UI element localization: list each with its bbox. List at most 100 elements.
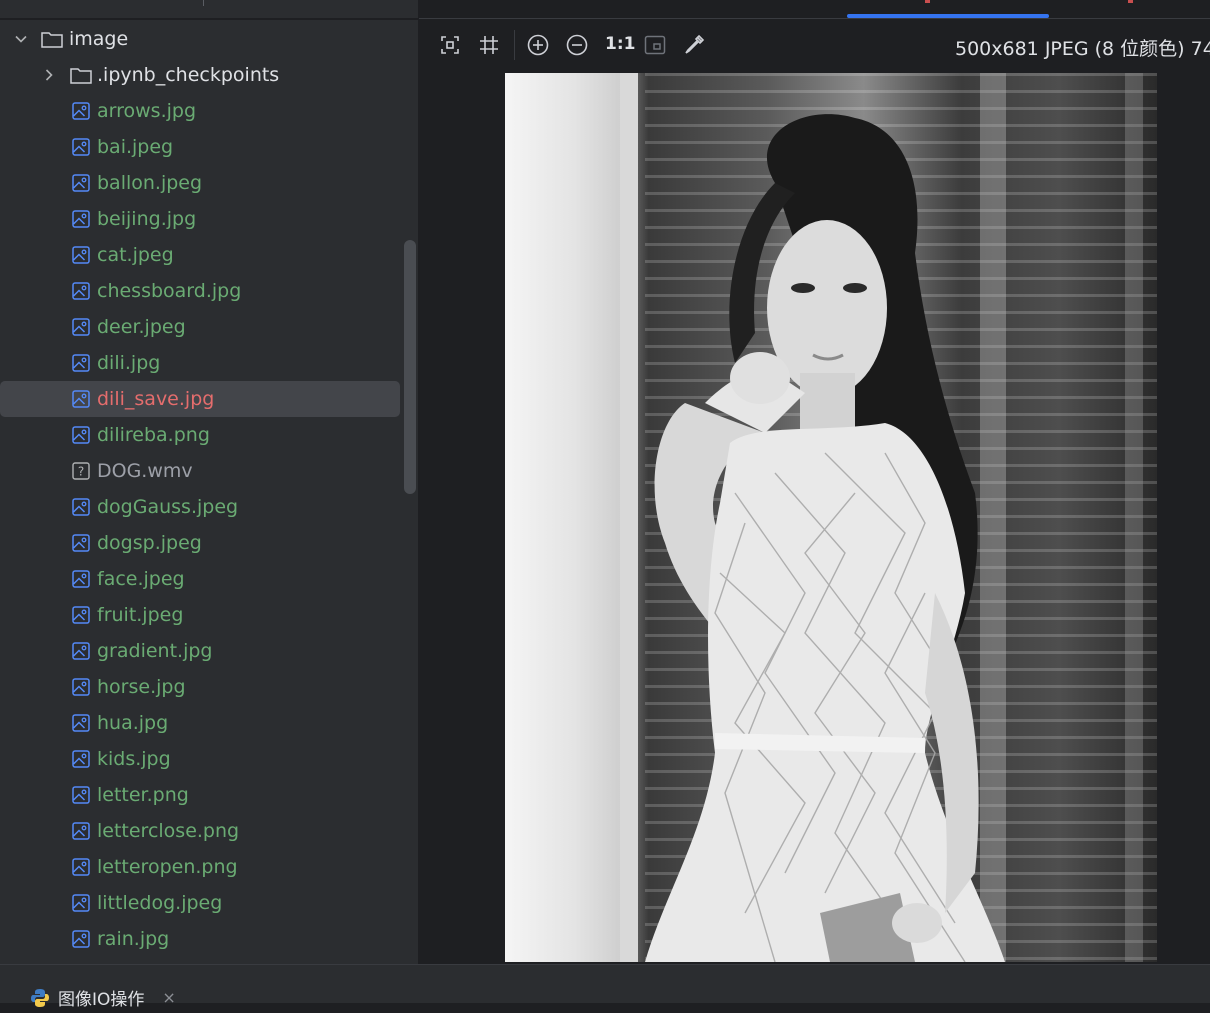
python-icon (30, 988, 50, 1008)
image-file-icon (72, 174, 90, 192)
zoom-out-icon[interactable] (565, 33, 589, 57)
tree-file-item[interactable]: ballon.jpeg (0, 165, 400, 201)
tree-file-item[interactable]: dilireba.png (0, 417, 400, 453)
tree-file-item[interactable]: bai.jpeg (0, 129, 400, 165)
file-label: hua.jpg (97, 712, 169, 734)
folder-label: image (69, 28, 129, 50)
image-file-icon (72, 282, 90, 300)
project-tree: image .ipynb_checkpoints arrows.jpg bai.j… (0, 20, 418, 964)
image-file-icon (72, 894, 90, 912)
image-file-icon (72, 318, 90, 336)
tree-file-item[interactable]: arrows.jpg (0, 93, 400, 129)
active-tab-indicator (847, 14, 1049, 18)
tree-file-item[interactable]: letterclose.png (0, 813, 400, 849)
tree-file-item[interactable]: deer.jpeg (0, 309, 400, 345)
file-label: littledog.jpeg (97, 892, 223, 914)
file-label: ballon.jpeg (97, 172, 203, 194)
unknown-file-icon: ? (72, 462, 90, 480)
image-file-icon (72, 426, 90, 444)
file-label: DOG.wmv (97, 460, 193, 482)
tree-file-item[interactable]: hua.jpg (0, 705, 400, 741)
tree-file-item[interactable]: dogsp.jpeg (0, 525, 400, 561)
image-file-icon (72, 246, 90, 264)
image-file-icon (72, 822, 90, 840)
image-file-icon (72, 498, 90, 516)
file-label: letterclose.png (97, 820, 240, 842)
image-file-icon (72, 390, 90, 408)
tree-file-item[interactable]: dogGauss.jpeg (0, 489, 400, 525)
tab-notebook[interactable]: 图像IO操作 × (30, 985, 176, 1010)
image-file-icon (72, 354, 90, 372)
file-label: deer.jpeg (97, 316, 186, 338)
file-label: dili_save.jpg (97, 388, 215, 410)
chevron-down-icon[interactable] (14, 32, 28, 46)
file-label: face.jpeg (97, 568, 185, 590)
file-label: dili.jpg (97, 352, 161, 374)
tree-file-item[interactable]: horse.jpg (0, 669, 400, 705)
tree-file-item[interactable]: dili.jpg (0, 345, 400, 381)
actual-size-button[interactable]: 1:1 (605, 34, 635, 54)
grid-icon[interactable] (477, 33, 501, 57)
file-label: cat.jpeg (97, 244, 174, 266)
image-file-icon (72, 138, 90, 156)
tree-file-item[interactable]: chessboard.jpg (0, 273, 400, 309)
tree-file-item[interactable]: rain.jpg (0, 921, 400, 957)
image-file-icon (72, 210, 90, 228)
image-file-icon (72, 570, 90, 588)
tree-file-item[interactable]: kids.jpg (0, 741, 400, 777)
tree-file-item[interactable]: dili_save.jpg (0, 381, 400, 417)
tree-file-item[interactable]: letteropen.png (0, 849, 400, 885)
image-file-icon (72, 714, 90, 732)
image-info-label: 500x681 JPEG (8 位颜色) 74.4 (955, 38, 1210, 60)
tree-file-item[interactable]: letter.png (0, 777, 400, 813)
file-label: beijing.jpg (97, 208, 197, 230)
chevron-right-icon[interactable] (42, 68, 56, 82)
close-icon[interactable]: × (162, 988, 175, 1007)
image-toolbar: 1:1 500x681 JPEG (8 位颜色) 74.4 (419, 20, 1210, 70)
file-label: letteropen.png (97, 856, 238, 878)
tree-file-item[interactable]: littledog.jpeg (0, 885, 400, 921)
photo-figure (645, 114, 1005, 962)
file-label: chessboard.jpg (97, 280, 242, 302)
tab-error-marker (1128, 0, 1133, 3)
bottom-tool-window-bar: 图像IO操作 × (0, 964, 1210, 1010)
color-picker-icon[interactable] (682, 33, 706, 57)
image-file-icon (72, 678, 90, 696)
image-file-icon (72, 102, 90, 120)
image-file-icon (72, 930, 90, 948)
file-label: arrows.jpg (97, 100, 197, 122)
tab-error-marker (925, 0, 930, 3)
header-tick (203, 0, 204, 6)
tree-folder-ipynb-checkpoints[interactable]: .ipynb_checkpoints (0, 57, 400, 93)
tree-scrollbar[interactable] (404, 240, 416, 494)
tree-folder-image[interactable]: image (0, 21, 400, 57)
tab-label: 图像IO操作 (58, 990, 145, 1010)
file-label: letter.png (97, 784, 189, 806)
file-label: gradient.jpg (97, 640, 213, 662)
image-file-icon (72, 750, 90, 768)
fit-to-window-icon[interactable] (438, 33, 462, 57)
image-file-icon (72, 534, 90, 552)
file-label: kids.jpg (97, 748, 171, 770)
zoom-in-icon[interactable] (526, 33, 550, 57)
image-file-icon (72, 642, 90, 660)
folder-icon (41, 31, 63, 48)
file-label: horse.jpg (97, 676, 186, 698)
folder-icon (70, 67, 92, 84)
file-label: fruit.jpeg (97, 604, 184, 626)
top-strip (0, 0, 1210, 20)
image-file-icon (72, 858, 90, 876)
image-file-icon (72, 786, 90, 804)
tree-file-item[interactable]: face.jpeg (0, 561, 400, 597)
tree-file-item[interactable]: gradient.jpg (0, 633, 400, 669)
tree-file-item[interactable]: ? DOG.wmv (0, 453, 400, 489)
tree-file-item[interactable]: fruit.jpeg (0, 597, 400, 633)
tree-file-item[interactable]: cat.jpeg (0, 237, 400, 273)
editor-tab-strip (419, 0, 1210, 19)
toolbar-separator (514, 30, 515, 60)
file-label: dilireba.png (97, 424, 210, 446)
project-header-strip (0, 0, 418, 19)
background-toggle-icon[interactable] (643, 33, 667, 57)
svg-text:?: ? (78, 465, 84, 479)
tree-file-item[interactable]: beijing.jpg (0, 201, 400, 237)
